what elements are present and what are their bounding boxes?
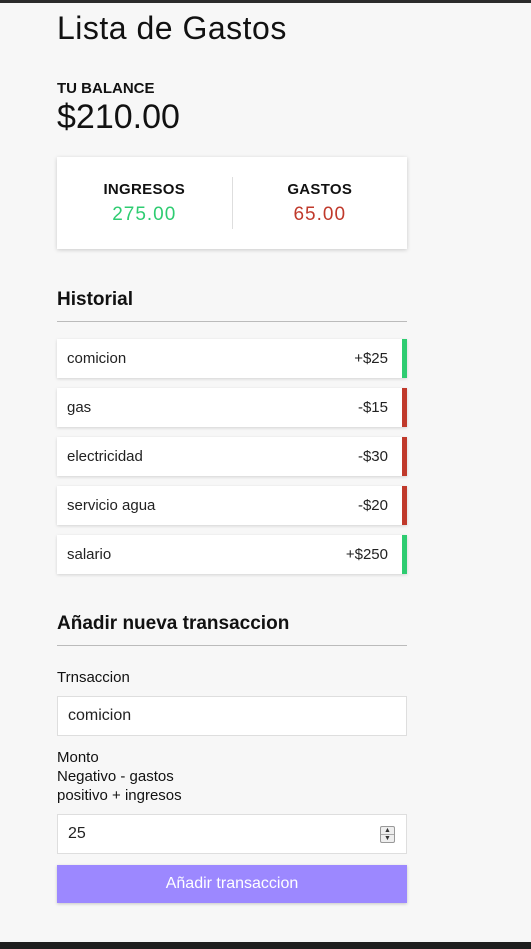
income-expense-summary: INGRESOS 275.00 GASTOS 65.00 <box>57 157 407 249</box>
history-title: Historial <box>57 289 407 322</box>
transaction-text: electricidad <box>67 448 143 465</box>
transaction-item[interactable]: comicion +$25 <box>57 339 407 378</box>
expense-value: 65.00 <box>293 203 347 225</box>
transaction-text-value: comicion <box>68 707 132 724</box>
transaction-item[interactable]: servicio agua -$20 <box>57 486 407 525</box>
expense-column: GASTOS 65.00 <box>233 181 408 226</box>
stepper-down-icon[interactable]: ▼ <box>381 834 394 842</box>
amount-label-negative-hint: Negativo - gastos <box>57 768 174 785</box>
income-value: 275.00 <box>112 203 177 225</box>
add-transaction-button[interactable]: Añadir transaccion <box>57 865 407 903</box>
transaction-list: comicion +$25 gas -$15 electricidad -$30… <box>57 339 407 584</box>
transaction-text: gas <box>67 399 92 416</box>
transaction-item[interactable]: gas -$15 <box>57 388 407 427</box>
income-column: INGRESOS 275.00 <box>57 181 232 226</box>
transaction-amount: -$15 <box>357 399 388 416</box>
amount-label-title: Monto <box>57 749 99 766</box>
transaction-text-input[interactable]: comicion <box>57 696 407 736</box>
stepper-up-icon[interactable]: ▲ <box>381 827 394 834</box>
amount-label: Monto Negativo - gastos positivo + ingre… <box>57 748 182 805</box>
transaction-amount: -$30 <box>357 448 388 465</box>
amount-input[interactable]: 25 ▲ ▼ <box>57 814 407 854</box>
transaction-item[interactable]: electricidad -$30 <box>57 437 407 476</box>
expense-label: GASTOS <box>287 180 353 198</box>
amount-label-positive-hint: positivo + ingresos <box>57 787 182 804</box>
income-label: INGRESOS <box>103 180 186 198</box>
transaction-item[interactable]: salario +$250 <box>57 535 407 574</box>
transaction-text: comicion <box>67 350 127 367</box>
transaction-text: servicio agua <box>67 497 156 514</box>
amount-value: 25 <box>68 825 86 842</box>
transaction-amount: +$250 <box>345 546 388 563</box>
window-top-border <box>0 0 531 3</box>
add-transaction-title: Añadir nueva transaccion <box>57 613 407 646</box>
balance-label: TU BALANCE <box>57 80 155 97</box>
window-bottom-border <box>0 942 531 949</box>
transaction-text-label: Trnsaccion <box>57 669 130 686</box>
transaction-amount: -$20 <box>357 497 388 514</box>
amount-stepper[interactable]: ▲ ▼ <box>380 826 395 843</box>
transaction-text: salario <box>67 546 112 563</box>
page-title: Lista de Gastos <box>57 10 287 46</box>
balance-value: $210.00 <box>57 98 180 136</box>
transaction-amount: +$25 <box>354 350 388 367</box>
